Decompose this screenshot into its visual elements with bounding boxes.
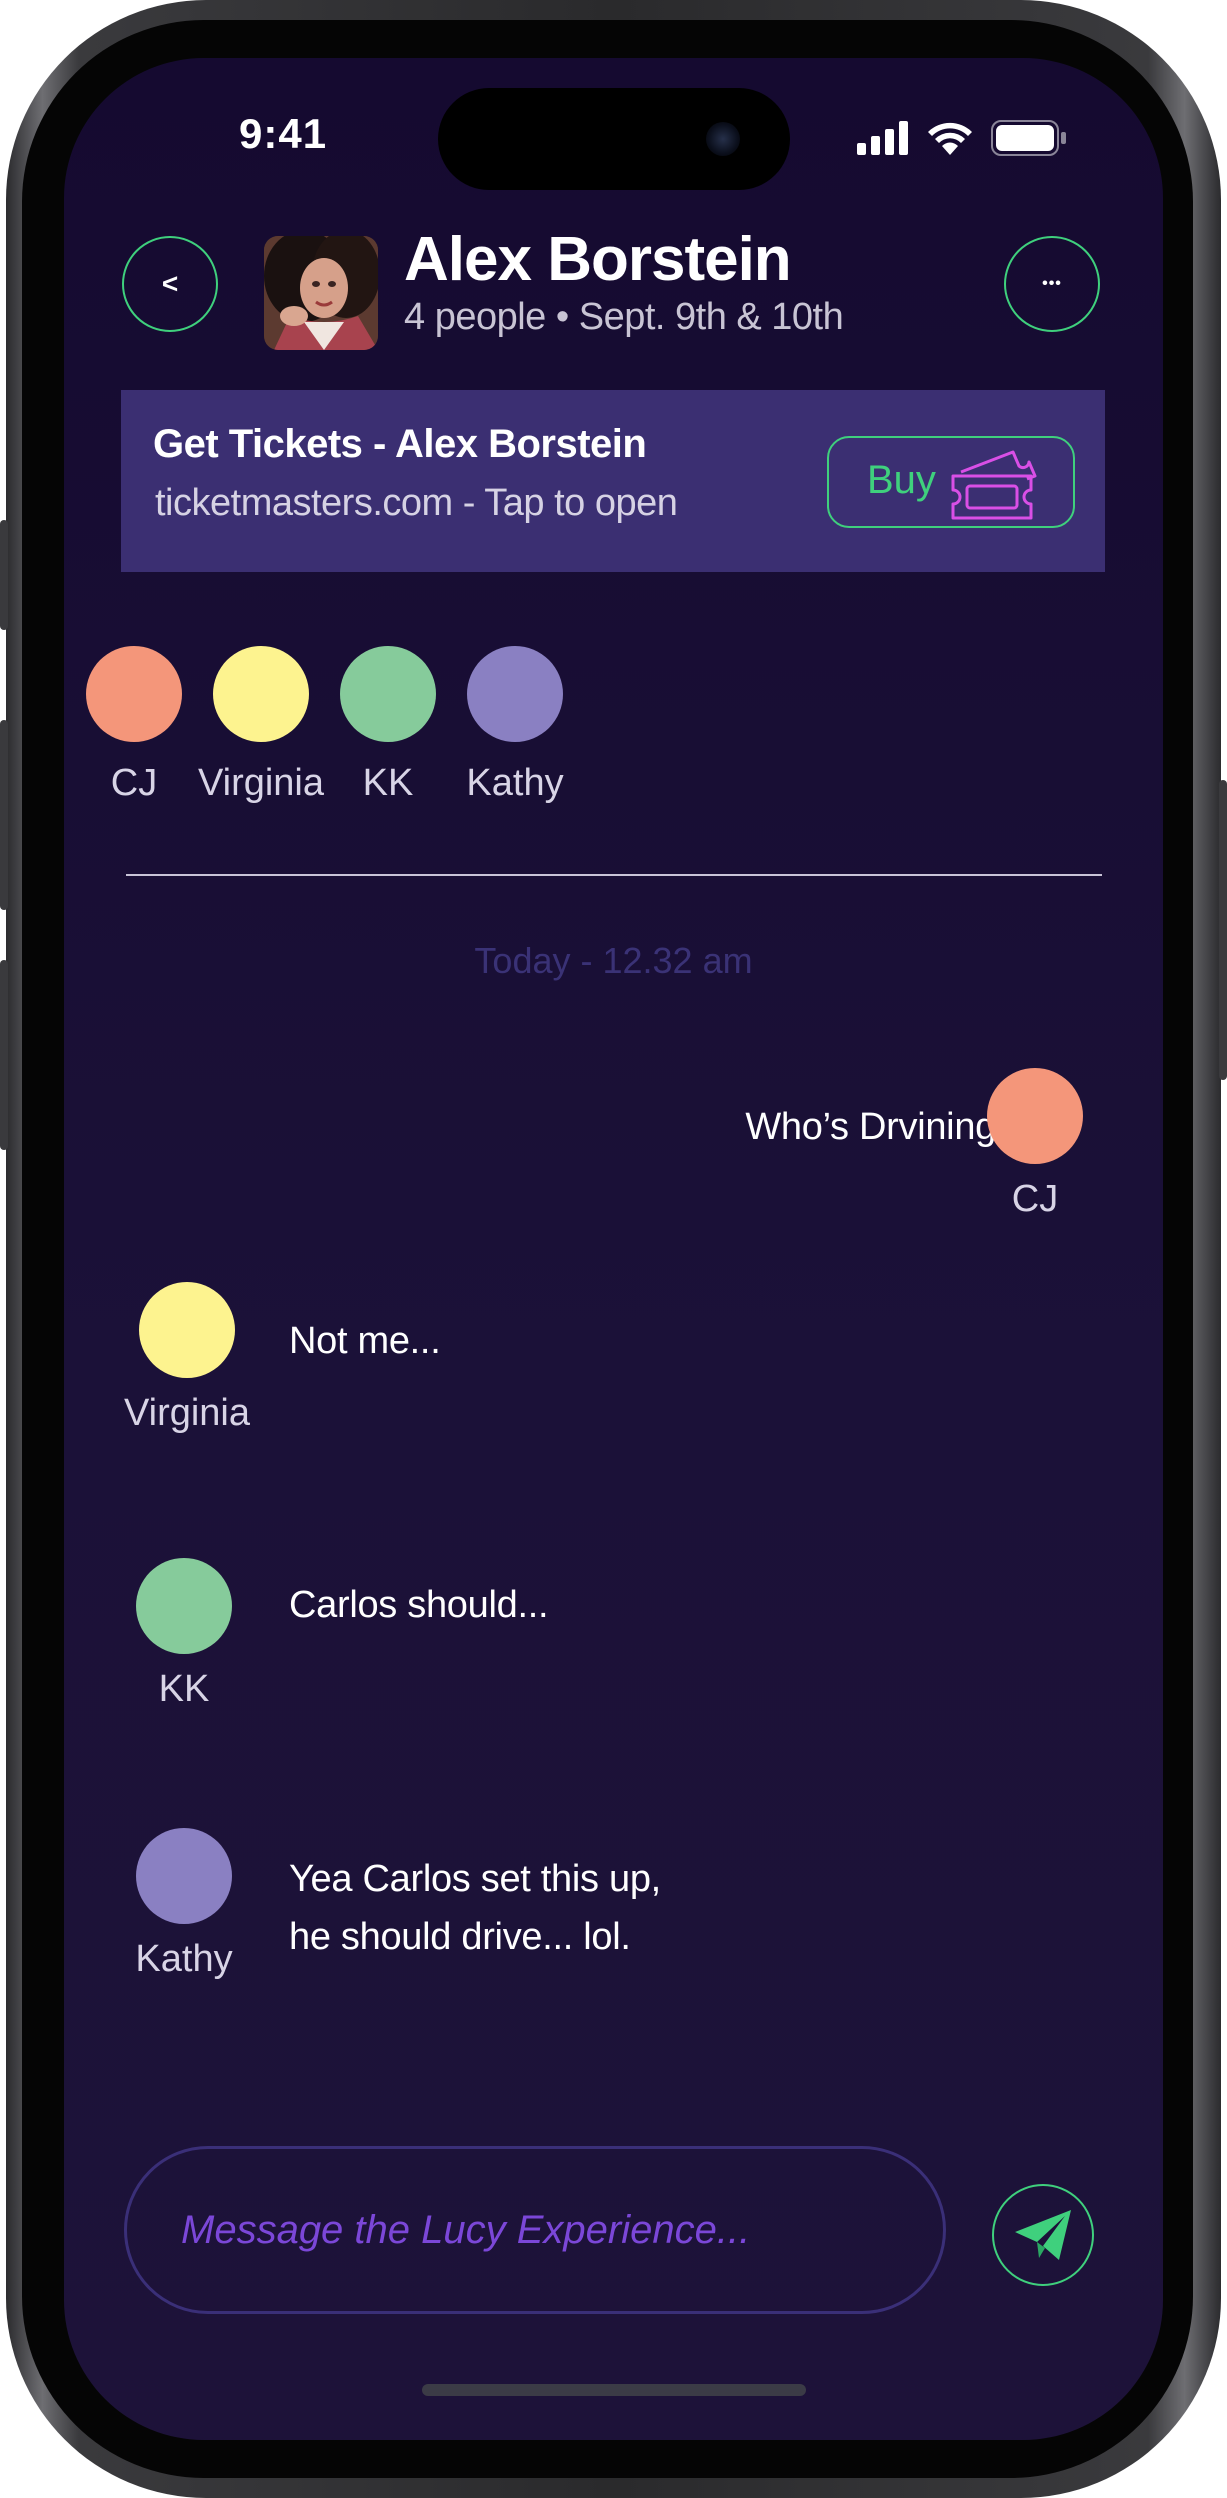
dynamic-island: [438, 88, 790, 190]
banner-title: Get Tickets - Alex Borstein: [153, 422, 647, 466]
participant-name: CJ: [110, 762, 158, 804]
send-icon: [1015, 2210, 1071, 2260]
divider: [126, 874, 1102, 876]
power-button: [1219, 780, 1227, 1080]
ellipsis-icon: •••: [1042, 275, 1062, 292]
message-text: Carlos should...: [289, 1584, 549, 1626]
sender-name: KK: [158, 1668, 210, 1710]
avatar: [213, 646, 309, 742]
message-avatar: Virginia: [117, 1282, 257, 1435]
message-text: Who’s Drvining: [745, 1106, 996, 1148]
artist-photo-icon: [264, 236, 378, 350]
message-line: he should drive... lol.: [289, 1916, 631, 1958]
home-indicator: [422, 2384, 806, 2396]
participant-name: KK: [362, 762, 414, 804]
back-button[interactable]: <: [122, 236, 218, 332]
banner-link[interactable]: ticketmasters.com - Tap to open: [155, 482, 678, 525]
message-avatar: KK: [114, 1558, 254, 1711]
participant-kathy[interactable]: Kathy: [445, 646, 585, 805]
sender-name: CJ: [1011, 1178, 1059, 1220]
avatar: [467, 646, 563, 742]
buy-button[interactable]: Buy: [827, 436, 1075, 528]
participant-virginia[interactable]: Virginia: [191, 646, 331, 805]
avatar: [136, 1828, 232, 1924]
avatar: [340, 646, 436, 742]
sender-name: Virginia: [123, 1392, 251, 1434]
participant-name: Kathy: [466, 762, 564, 804]
page-subtitle: 4 people • Sept. 9th & 10th: [404, 296, 844, 338]
action-button: [0, 520, 8, 630]
battery-icon: [991, 120, 1066, 156]
avatar: [987, 1068, 1083, 1164]
front-camera: [706, 122, 740, 156]
send-button[interactable]: [992, 2184, 1094, 2286]
status-icons: [857, 118, 1067, 158]
avatar: [86, 646, 182, 742]
avatar: [139, 1282, 235, 1378]
message-avatar: CJ: [965, 1068, 1105, 1221]
participant-kk[interactable]: KK: [318, 646, 458, 805]
avatar: [136, 1558, 232, 1654]
message-input[interactable]: [179, 2199, 883, 2261]
cellular-signal-icon: [857, 121, 908, 155]
status-time: 9:41: [239, 110, 328, 157]
page-title: Alex Borstein: [404, 225, 792, 294]
app-screen: 9:41 < Alex Borstein 4 people • Sept. 9t…: [64, 58, 1163, 2440]
message-timestamp: Today - 12.32 am: [474, 940, 753, 981]
participant-cj[interactable]: CJ: [64, 646, 204, 805]
artist-avatar: [264, 236, 378, 350]
message-line: Yea Carlos set this up,: [289, 1858, 661, 1900]
volume-up-button: [0, 720, 8, 910]
wifi-icon: [928, 122, 972, 155]
buy-label: Buy: [867, 458, 936, 502]
message-text: Not me...: [289, 1320, 441, 1362]
sender-name: Kathy: [135, 1938, 233, 1980]
participant-name: Virginia: [197, 762, 325, 804]
message-text: Yea Carlos set this up, he should drive.…: [289, 1850, 661, 1966]
message-composer[interactable]: [124, 2146, 946, 2314]
message-avatar: Kathy: [114, 1828, 254, 1981]
volume-down-button: [0, 960, 8, 1150]
ticket-banner[interactable]: Get Tickets - Alex Borstein ticketmaster…: [121, 390, 1105, 572]
more-options-button[interactable]: •••: [1004, 236, 1100, 332]
ticket-icon: [951, 450, 1037, 520]
back-chevron-icon: <: [161, 268, 179, 299]
